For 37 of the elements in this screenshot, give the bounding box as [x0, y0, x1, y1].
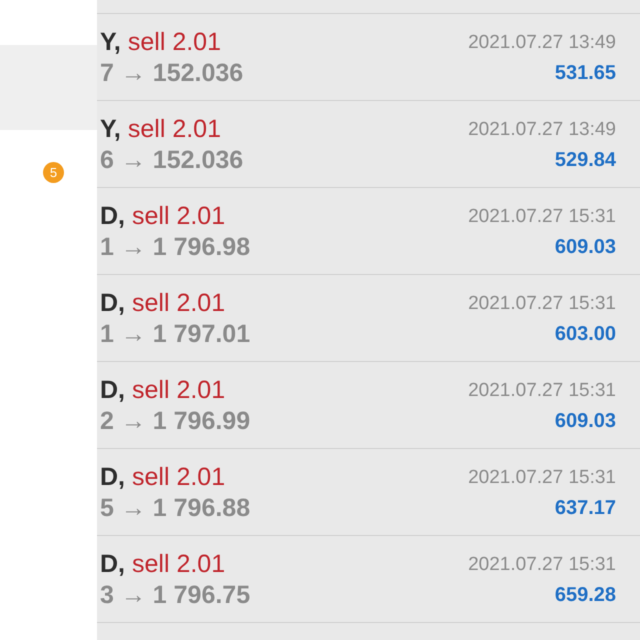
order-text: sell 2.01: [128, 27, 221, 58]
count-badge: 5: [43, 162, 64, 183]
symbol-text: Y,: [100, 114, 121, 146]
time-text: 2021.07.27 15:31: [468, 466, 616, 490]
order-text: sell 2.01: [128, 114, 221, 146]
profit-text: 531.65: [554, 61, 616, 86]
time-text: 2021.07.27 15:31: [468, 553, 616, 577]
price-text: 6 → 152.036: [100, 145, 244, 175]
price-text: 5 → 1 796.88: [100, 493, 250, 523]
order-text: sell 2.01: [132, 462, 226, 494]
order-text: sell 2.01: [132, 201, 226, 232]
order-text: sell 2.01: [132, 288, 226, 320]
symbol-text: D,: [100, 549, 125, 580]
symbol-text: D,: [100, 288, 125, 320]
profit-text: 609.03: [554, 235, 616, 260]
price-text: 3 → 1 796.75: [100, 580, 250, 610]
price-text: 1 → 1 796.98: [100, 232, 250, 262]
price-text: 2 → 1 796.99: [100, 406, 250, 436]
profit-text: 603.00: [554, 322, 616, 347]
price-text: 7 → 152.036: [100, 58, 244, 88]
symbol-text: D,: [100, 375, 125, 406]
symbol-text: D,: [100, 201, 125, 232]
price-text: 1 → 1 797.01: [100, 319, 250, 349]
order-text: sell 2.01: [132, 375, 226, 406]
profit-text: 529.84: [554, 148, 616, 173]
symbol-text: Y,: [100, 27, 121, 58]
time-text: 2021.07.27 15:31: [468, 292, 616, 316]
profit-text: 637.17: [554, 496, 616, 521]
profit-text: 609.03: [554, 409, 616, 434]
time-text: 2021.07.27 15:31: [468, 205, 616, 229]
drawer-item[interactable]: [0, 45, 97, 130]
time-text: 2021.07.27 13:49: [468, 118, 616, 142]
profit-text: 659.28: [554, 583, 616, 608]
order-text: sell 2.01: [132, 549, 226, 580]
time-text: 2021.07.27 15:31: [468, 379, 616, 403]
symbol-text: D,: [100, 462, 125, 494]
time-text: 2021.07.27 13:49: [468, 31, 616, 55]
